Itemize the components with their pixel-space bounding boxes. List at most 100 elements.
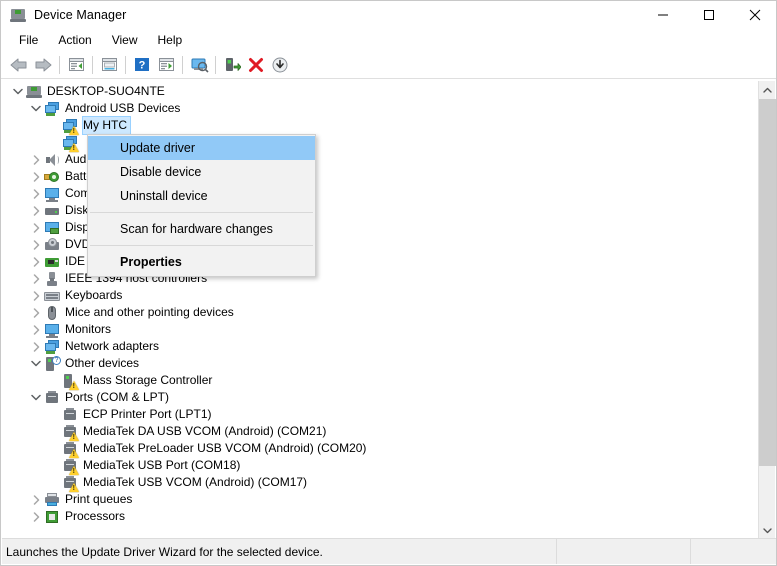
tree-row[interactable]: MediaTek DA USB VCOM (Android) (COM21) xyxy=(2,423,756,441)
close-button[interactable] xyxy=(732,1,776,29)
context-menu-separator xyxy=(90,245,313,246)
chevron-down-icon[interactable] xyxy=(10,83,26,100)
properties-icon[interactable] xyxy=(97,53,121,76)
chevron-right-icon[interactable] xyxy=(28,491,44,508)
menu-view[interactable]: View xyxy=(102,30,148,50)
scan-for-hardware-changes-icon[interactable] xyxy=(187,53,211,76)
context-menu-item-uninstall-device[interactable]: Uninstall device xyxy=(88,184,315,208)
chevron-right-icon[interactable] xyxy=(28,202,44,219)
tree-row[interactable]: Mice and other pointing devices xyxy=(2,304,756,321)
disk-icon xyxy=(44,203,60,219)
tree-row[interactable]: DESKTOP-SUO4NTE xyxy=(2,83,756,100)
tree-row[interactable]: Ports (COM & LPT) xyxy=(2,389,756,406)
chevron-right-icon[interactable] xyxy=(28,304,44,321)
tree-row[interactable]: Keyboards xyxy=(2,287,756,304)
port-icon xyxy=(62,441,79,458)
toolbar-divider xyxy=(1,78,776,79)
maximize-button[interactable] xyxy=(686,1,732,29)
status-message-panel: Launches the Update Driver Wizard for th… xyxy=(2,539,557,564)
toolbar-separator xyxy=(215,55,216,74)
context-menu-item-update-driver[interactable]: Update driver xyxy=(88,136,315,160)
menu-file[interactable]: File xyxy=(9,30,48,50)
tree-row-label: MediaTek DA USB VCOM (Android) (COM21) xyxy=(83,424,327,438)
chevron-right-icon[interactable] xyxy=(28,151,44,168)
toolbar: ? xyxy=(1,51,776,78)
title-bar: Device Manager xyxy=(1,1,776,29)
show-hidden-devices-icon[interactable] xyxy=(64,53,88,76)
context-menu-item-disable-device[interactable]: Disable device xyxy=(88,160,315,184)
context-menu-item-scan-for-hardware-changes[interactable]: Scan for hardware changes xyxy=(88,217,315,241)
chevron-right-icon[interactable] xyxy=(28,253,44,270)
tree-row-label: MediaTek PreLoader USB VCOM (Android) (C… xyxy=(83,441,367,455)
tree-row[interactable]: MediaTek USB Port (COM18) xyxy=(2,457,756,475)
tree-row[interactable]: My HTC xyxy=(2,116,756,135)
chevron-right-icon[interactable] xyxy=(28,321,44,338)
context-menu-item-properties[interactable]: Properties xyxy=(88,250,315,274)
tree-row[interactable]: Processors xyxy=(2,508,756,525)
status-panel-2 xyxy=(557,539,691,564)
chevron-right-icon[interactable] xyxy=(28,287,44,304)
monitor-icon xyxy=(44,322,60,338)
tree-row[interactable]: Mass Storage Controller xyxy=(2,372,756,390)
tree-row[interactable]: Network adapters xyxy=(2,338,756,355)
uninstall-device-icon[interactable] xyxy=(244,53,268,76)
monitor-group-icon xyxy=(62,118,79,135)
device-manager-window: Device Manager File Action View Help ? D… xyxy=(0,0,777,566)
chevron-right-icon[interactable] xyxy=(28,236,44,253)
back-icon[interactable] xyxy=(7,53,31,76)
chevron-right-icon[interactable] xyxy=(28,168,44,185)
scrollbar-thumb[interactable] xyxy=(759,99,776,466)
computer-icon xyxy=(26,84,42,100)
tree-row[interactable]: Monitors xyxy=(2,321,756,338)
forward-icon[interactable] xyxy=(31,53,55,76)
chevron-right-icon[interactable] xyxy=(28,508,44,525)
context-menu: Update driver Disable device Uninstall d… xyxy=(87,134,316,277)
chevron-down-icon[interactable] xyxy=(28,100,44,117)
tree-row-label: Print queues xyxy=(65,492,133,506)
toolbar-separator xyxy=(125,55,126,74)
vertical-scrollbar[interactable] xyxy=(758,81,776,539)
tree-row-label: Keyboards xyxy=(65,288,123,302)
window-title: Device Manager xyxy=(34,8,127,22)
usb-port-icon xyxy=(44,271,60,287)
dvd-icon xyxy=(44,237,60,253)
tree-row-label: MediaTek USB Port (COM18) xyxy=(83,458,241,472)
chevron-right-icon[interactable] xyxy=(28,338,44,355)
monitor-group-icon xyxy=(44,101,60,117)
tree-row-label: MediaTek USB VCOM (Android) (COM17) xyxy=(83,475,308,489)
toolbar-separator xyxy=(59,55,60,74)
tree-row[interactable]: Android USB Devices xyxy=(2,100,756,117)
tree-row-label: Network adapters xyxy=(65,339,160,353)
port-icon xyxy=(44,390,60,406)
update-driver-icon[interactable] xyxy=(154,53,178,76)
tree-row[interactable]: MediaTek USB VCOM (Android) (COM17) xyxy=(2,474,756,492)
chevron-right-icon[interactable] xyxy=(28,185,44,202)
chevron-down-icon[interactable] xyxy=(28,389,44,406)
chevron-down-icon[interactable] xyxy=(759,522,776,539)
mouse-icon xyxy=(44,305,60,321)
chevron-down-icon[interactable] xyxy=(28,355,44,372)
battery-icon xyxy=(44,169,60,185)
menu-action[interactable]: Action xyxy=(48,30,101,50)
chevron-up-icon[interactable] xyxy=(759,81,776,98)
toolbar-separator xyxy=(92,55,93,74)
chevron-right-icon[interactable] xyxy=(28,219,44,236)
help-icon[interactable]: ? xyxy=(130,53,154,76)
tree-row-label: DESKTOP-SUO4NTE xyxy=(47,84,165,98)
processor-icon xyxy=(44,509,60,525)
tree-row[interactable]: ECP Printer Port (LPT1) xyxy=(2,406,756,423)
tree-row-label: Mass Storage Controller xyxy=(83,373,213,387)
enable-device-icon[interactable] xyxy=(220,53,244,76)
tree-row[interactable]: MediaTek PreLoader USB VCOM (Android) (C… xyxy=(2,440,756,458)
chevron-right-icon[interactable] xyxy=(28,270,44,287)
tree-row[interactable]: Print queues xyxy=(2,491,756,508)
download-icon[interactable] xyxy=(268,53,292,76)
menu-help[interactable]: Help xyxy=(148,30,193,50)
minimize-button[interactable] xyxy=(640,1,686,29)
tree-row[interactable]: ? Other devices xyxy=(2,355,756,372)
